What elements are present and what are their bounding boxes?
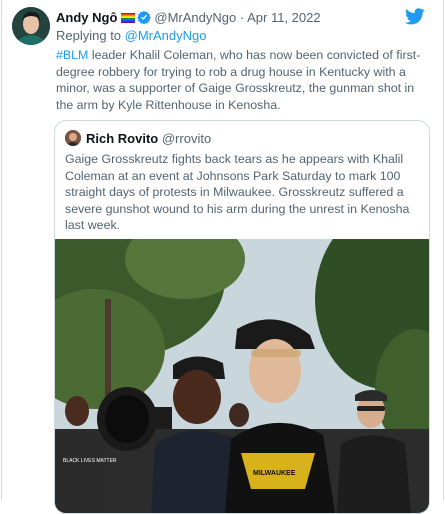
quoted-author-avatar[interactable] (65, 130, 81, 146)
hashtag-link[interactable]: #BLM (56, 48, 88, 62)
author-name[interactable]: Andy Ngô (56, 10, 117, 25)
verified-badge-icon (137, 10, 152, 24)
reply-prefix: Replying to (56, 28, 125, 43)
quoted-tweet-text: Gaige Grosskreutz fights back tears as h… (65, 152, 410, 232)
tweet-date[interactable]: Apr 11, 2022 (247, 10, 320, 25)
rainbow-flag-icon (121, 13, 136, 23)
quoted-author-name[interactable]: Rich Rovito (86, 131, 158, 146)
photo-shirt-text-center: MILWAUKEE (253, 470, 296, 477)
author-avatar[interactable] (12, 7, 50, 45)
quoted-tweet[interactable]: Rich Rovito @rrovito Gaige Grosskreutz f… (54, 120, 430, 514)
quoted-tweet-header: Rich Rovito @rrovito (86, 131, 211, 146)
author-handle[interactable]: @MrAndyNgo (154, 10, 236, 25)
reply-handle-link[interactable]: @MrAndyNgo (125, 28, 207, 43)
tweet-text: #BLM leader Khalil Coleman, who has now … (56, 47, 428, 113)
tweet-header: Andy Ngô @MrAndyNgo · Apr 11, 2022 (56, 10, 321, 25)
photo-shirt-text-left: BLACK LIVES MATTER (63, 458, 117, 464)
timeline-border-left (1, 0, 2, 500)
reply-context: Replying to @MrAndyNgo (56, 28, 207, 43)
timeline-border-right (443, 0, 444, 500)
quoted-tweet-photo[interactable]: BLACK LIVES MATTER MILWAUKEE (55, 199, 429, 513)
header-separator: · (239, 10, 245, 25)
twitter-bird-icon[interactable] (405, 8, 425, 25)
tweet-body: leader Khalil Coleman, who has now been … (56, 48, 421, 112)
quoted-author-handle[interactable]: @rrovito (162, 131, 211, 146)
